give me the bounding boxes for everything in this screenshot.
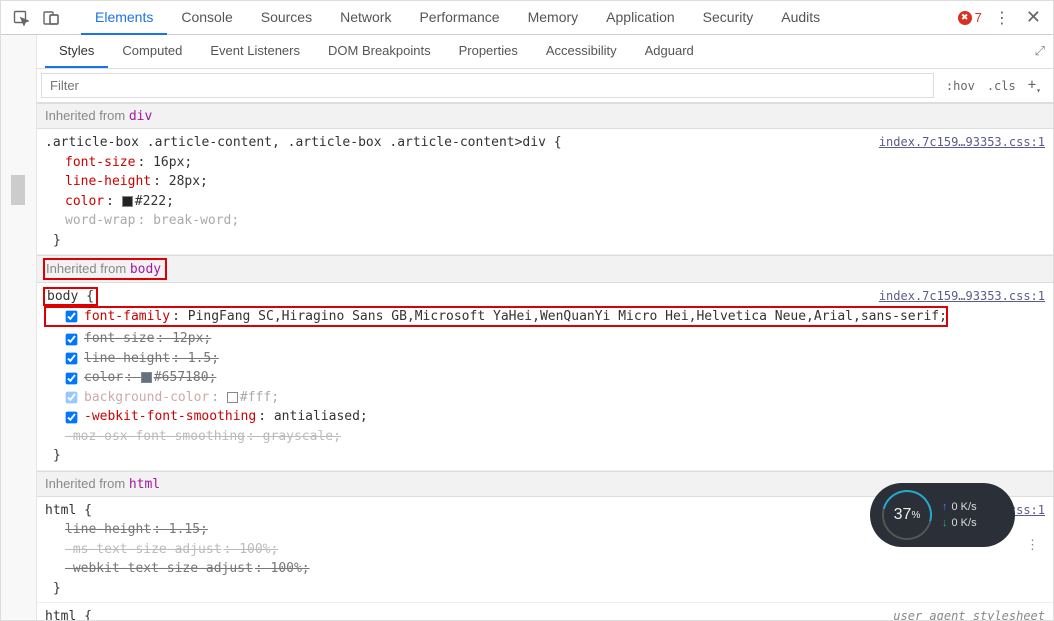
settings-kebab-icon[interactable]: ⋮	[990, 8, 1014, 28]
styles-list[interactable]: Inherited from div index.7c159…93353.css…	[37, 103, 1053, 620]
subtab-computed[interactable]: Computed	[108, 35, 196, 68]
toggle-declaration[interactable]	[66, 411, 78, 423]
dom-tree-collapsed[interactable]	[1, 35, 37, 620]
css-rule-html-ua[interactable]: user agent stylesheet html {	[37, 603, 1053, 620]
element-tag[interactable]: div	[129, 109, 152, 124]
declaration[interactable]: color: #222;	[45, 192, 1045, 212]
expand-pane-icon[interactable]: ⤢	[1027, 35, 1053, 68]
css-rule-article[interactable]: index.7c159…93353.css:1 .article-box .ar…	[37, 129, 1053, 255]
filter-row: :hov .cls +▾	[37, 69, 1053, 103]
close-brace: }	[45, 579, 1045, 599]
toggle-device-toolbar-icon[interactable]	[39, 6, 63, 30]
declaration[interactable]: line-height: 1.5;	[45, 349, 1045, 369]
inherited-label: Inherited from	[45, 108, 129, 123]
declaration[interactable]: -webkit-font-smoothing: antialiased;	[45, 407, 1045, 427]
dom-node-marker	[11, 175, 25, 205]
tab-application[interactable]: Application	[592, 1, 689, 35]
net-stats: ↑0 K/s ↓0 K/s	[942, 501, 977, 529]
tab-performance[interactable]: Performance	[405, 1, 513, 35]
inherited-label: Inherited from	[46, 261, 130, 276]
declaration[interactable]: line-height: 28px;	[45, 172, 1045, 192]
filter-input[interactable]	[41, 73, 934, 98]
toggle-declaration[interactable]	[66, 392, 78, 404]
toggle-declaration[interactable]	[66, 333, 78, 345]
declaration[interactable]: -webkit-text-size-adjust: 100%;	[45, 559, 1045, 579]
tab-elements[interactable]: Elements	[81, 1, 167, 35]
inherited-label: Inherited from	[45, 476, 129, 491]
declaration[interactable]: -moz-osx-font-smoothing: grayscale;	[45, 427, 1045, 447]
close-brace: }	[45, 446, 1045, 466]
close-brace: }	[45, 231, 1045, 251]
ua-stylesheet-label: user agent stylesheet	[893, 607, 1045, 620]
toggle-declaration[interactable]	[66, 372, 78, 384]
download-arrow-icon: ↓	[942, 517, 948, 529]
tab-console[interactable]: Console	[167, 1, 246, 35]
styles-pane: Styles Computed Event Listeners DOM Brea…	[37, 35, 1053, 620]
declaration-font-family[interactable]: font-family: PingFang SC,Hiragino Sans G…	[45, 307, 947, 327]
network-monitor-widget[interactable]: 37% ↑0 K/s ↓0 K/s	[870, 483, 1015, 547]
color-swatch[interactable]	[141, 372, 152, 383]
filter-controls: :hov .cls +▾	[934, 69, 1053, 102]
declaration[interactable]: font-size: 12px;	[45, 329, 1045, 349]
cpu-usage-circle: 37%	[882, 490, 932, 540]
toggle-declaration[interactable]	[66, 310, 78, 322]
subtab-event-listeners[interactable]: Event Listeners	[196, 35, 314, 68]
element-tag[interactable]: html	[129, 477, 160, 492]
main-tabs: Elements Console Sources Network Perform…	[81, 1, 952, 35]
main-toolbar: Elements Console Sources Network Perform…	[1, 1, 1053, 35]
declaration[interactable]: word-wrap: break-word;	[45, 211, 1045, 231]
tab-network[interactable]: Network	[326, 1, 405, 35]
sidebar-tabs: Styles Computed Event Listeners DOM Brea…	[37, 35, 1053, 69]
toggle-declaration[interactable]	[66, 353, 78, 365]
error-count-badge[interactable]: 7	[958, 10, 982, 25]
close-devtools-icon[interactable]: ✕	[1022, 7, 1045, 28]
color-swatch[interactable]	[122, 196, 133, 207]
subtab-adguard[interactable]: Adguard	[631, 35, 708, 68]
widget-menu-icon[interactable]: ⋮	[1026, 537, 1039, 553]
hov-toggle[interactable]: :hov	[942, 77, 979, 95]
source-link[interactable]: index.7c159…93353.css:1	[879, 287, 1045, 305]
devtools-window: Elements Console Sources Network Perform…	[0, 0, 1054, 621]
source-link[interactable]: index.7c159…93353.css:1	[879, 133, 1045, 151]
declaration[interactable]: font-size: 16px;	[45, 153, 1045, 173]
tab-security[interactable]: Security	[689, 1, 768, 35]
subtab-dom-breakpoints[interactable]: DOM Breakpoints	[314, 35, 445, 68]
subtab-accessibility[interactable]: Accessibility	[532, 35, 631, 68]
inherited-from-div-header: Inherited from div	[37, 103, 1053, 129]
upload-arrow-icon: ↑	[942, 501, 948, 513]
toolbar-right: 7 ⋮ ✕	[958, 7, 1045, 28]
tab-memory[interactable]: Memory	[514, 1, 593, 35]
tab-audits[interactable]: Audits	[767, 1, 834, 35]
inherited-from-body-header: Inherited from body	[37, 255, 1053, 283]
subtab-properties[interactable]: Properties	[445, 35, 532, 68]
declaration[interactable]: color: #657180;	[45, 368, 1045, 388]
new-style-rule-icon[interactable]: +▾	[1024, 75, 1045, 97]
cls-toggle[interactable]: .cls	[983, 77, 1020, 95]
element-tag[interactable]: body	[130, 262, 161, 277]
color-swatch[interactable]	[227, 392, 238, 403]
css-rule-body[interactable]: index.7c159…93353.css:1 body { font-fami…	[37, 283, 1053, 471]
subtab-styles[interactable]: Styles	[45, 35, 108, 68]
panel-body: Styles Computed Event Listeners DOM Brea…	[1, 35, 1053, 620]
tab-sources[interactable]: Sources	[247, 1, 326, 35]
inspect-element-icon[interactable]	[9, 6, 33, 30]
declaration[interactable]: background-color: #fff;	[45, 388, 1045, 408]
